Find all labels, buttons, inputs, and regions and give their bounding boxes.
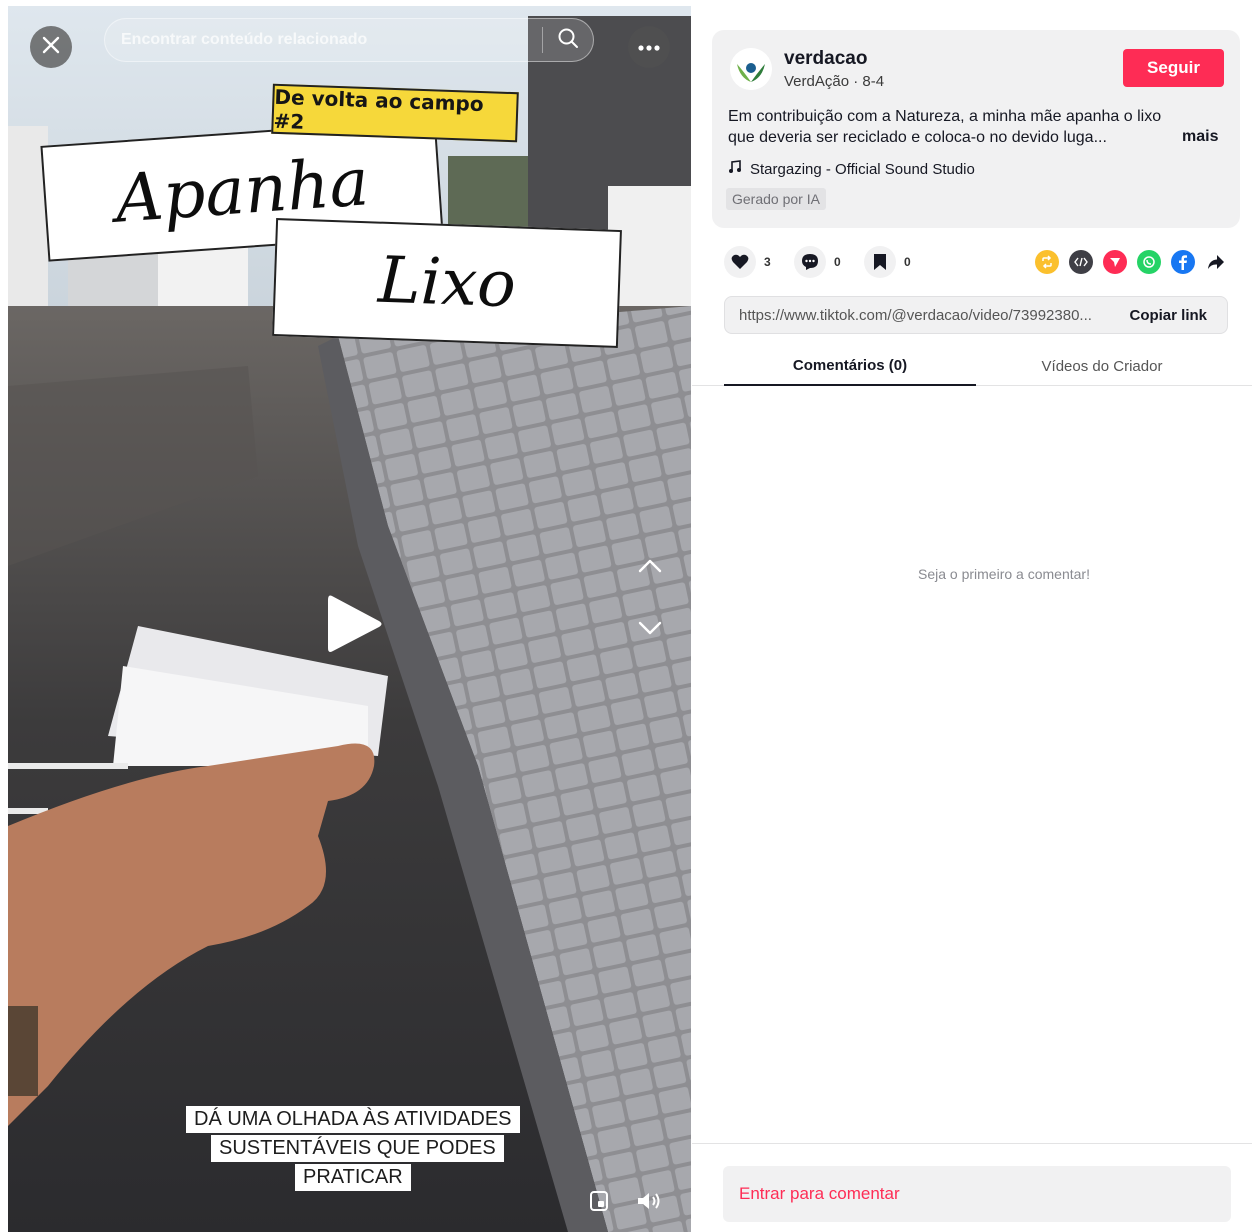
like-stat[interactable]: 3	[724, 246, 771, 278]
post-info-card: verdacao VerdAção · 8-4 Seguir Em contri…	[712, 30, 1240, 228]
related-search-bar[interactable]	[104, 18, 594, 62]
tab-creator-videos[interactable]: Vídeos do Criador	[976, 346, 1228, 386]
music-title: Stargazing - Official Sound Studio	[750, 160, 975, 178]
video-url[interactable]: https://www.tiktok.com/@verdacao/video/7…	[725, 307, 1117, 324]
floating-player-icon	[589, 1190, 609, 1217]
heart-icon[interactable]	[724, 246, 756, 278]
caption-line: PRATICAR	[295, 1164, 411, 1191]
volume-button[interactable]	[634, 1190, 664, 1216]
save-stat[interactable]: 0	[864, 246, 911, 278]
more-icon	[638, 38, 660, 56]
chevron-up-icon	[636, 559, 664, 580]
caption-line: DÁ UMA OLHADA ÀS ATIVIDADES	[186, 1106, 520, 1133]
volume-icon	[636, 1191, 662, 1216]
post-description: Em contribuição com a Natureza, a minha …	[728, 108, 1162, 146]
login-to-comment-button[interactable]: Entrar para comentar	[723, 1166, 1231, 1222]
copy-link-button[interactable]: Copiar link	[1117, 307, 1227, 324]
close-icon	[42, 36, 60, 59]
facebook-icon[interactable]	[1171, 250, 1195, 274]
video-link-box: https://www.tiktok.com/@verdacao/video/7…	[724, 296, 1228, 334]
caption-line: SUSTENTÁVEIS QUE PODES	[211, 1135, 504, 1162]
empty-comments-message: Seja o primeiro a comentar!	[918, 566, 1090, 582]
comment-stat[interactable]: 0	[794, 246, 841, 278]
overlay-tag: De volta ao campo #2	[271, 83, 519, 143]
comment-count: 0	[834, 255, 841, 269]
embed-icon[interactable]	[1069, 250, 1093, 274]
tab-comments[interactable]: Comentários (0)	[724, 346, 976, 386]
search-icon	[557, 27, 579, 54]
whatsapp-icon[interactable]	[1137, 250, 1161, 274]
related-search-input[interactable]	[105, 19, 542, 61]
next-video-button[interactable]	[636, 618, 664, 643]
like-count: 3	[764, 255, 771, 269]
search-button[interactable]	[543, 18, 593, 62]
video-player[interactable]: Apanha Lixo De volta ao campo #2 DÁ UMA …	[8, 6, 691, 1232]
username[interactable]: verdacao	[784, 48, 867, 70]
previous-video-button[interactable]	[636, 556, 664, 581]
save-count: 0	[904, 255, 911, 269]
chevron-down-icon	[636, 621, 664, 642]
more-link[interactable]: mais	[1182, 128, 1218, 146]
more-options-button[interactable]	[628, 26, 670, 68]
overlay-title-word-2: Lixo	[272, 217, 622, 349]
bookmark-icon[interactable]	[864, 246, 896, 278]
play-button[interactable]	[324, 592, 384, 661]
avatar[interactable]	[730, 48, 772, 90]
repost-icon[interactable]	[1035, 250, 1059, 274]
music-link[interactable]: Stargazing - Official Sound Studio	[728, 160, 975, 178]
music-note-icon	[728, 160, 742, 178]
comment-icon[interactable]	[794, 246, 826, 278]
display-name-date: VerdAção · 8-4	[784, 73, 885, 90]
send-icon[interactable]	[1103, 250, 1127, 274]
follow-button[interactable]: Seguir	[1123, 49, 1224, 87]
floating-player-button[interactable]	[586, 1190, 612, 1216]
action-row: 3 0 0	[724, 246, 1228, 278]
ai-generated-badge: Gerado por IA	[726, 188, 826, 210]
play-icon	[324, 595, 384, 660]
divider	[692, 1143, 1252, 1144]
comment-tabs: Comentários (0) Vídeos do Criador	[692, 346, 1252, 386]
close-button[interactable]	[30, 26, 72, 68]
share-arrow-icon[interactable]	[1204, 250, 1228, 274]
